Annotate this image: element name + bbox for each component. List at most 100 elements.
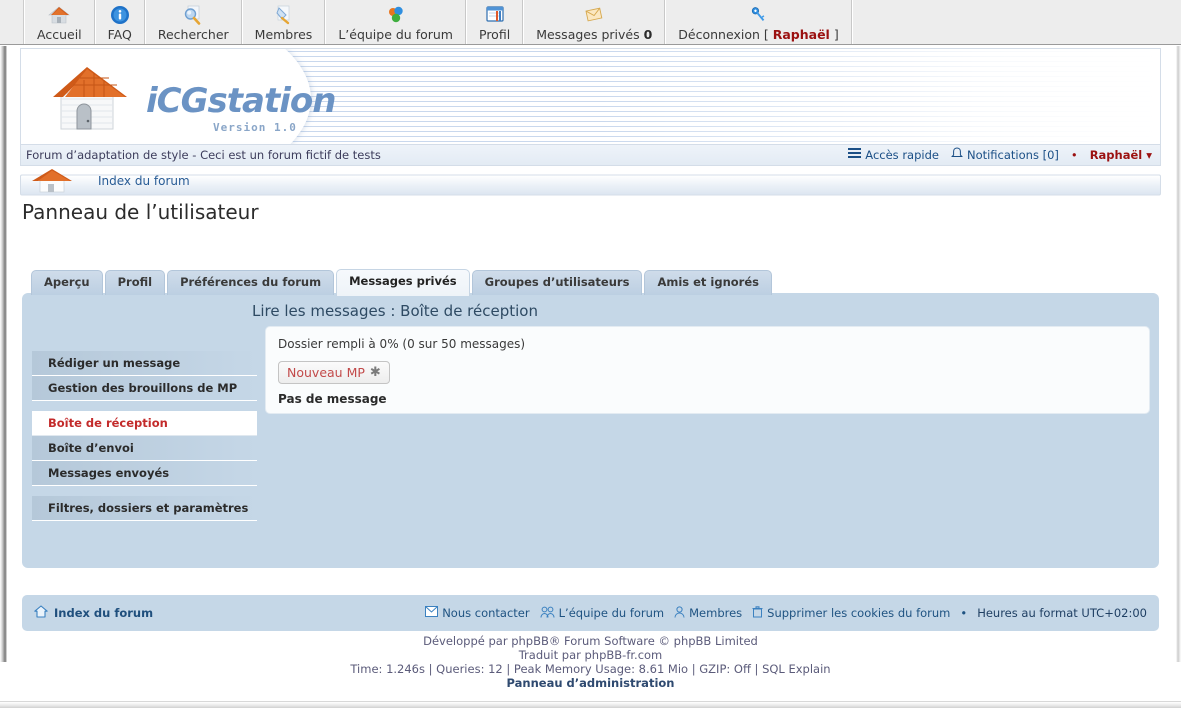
quick-access-label: Accès rapide bbox=[865, 148, 939, 162]
envelope-icon bbox=[583, 3, 605, 27]
nav-item-equipe[interactable]: L’équipe du forum bbox=[325, 0, 466, 44]
nav-label-membres: Membres bbox=[254, 27, 313, 42]
panel-title: Lire les messages : Boîte de réception bbox=[252, 302, 538, 320]
nav-item-rechercher[interactable]: Rechercher bbox=[144, 0, 242, 44]
logo-text: iCGstation bbox=[146, 81, 336, 121]
nav-messages-count: 0 bbox=[643, 27, 653, 42]
logo-version: Version 1.0 bbox=[213, 121, 297, 134]
sidebar-item-brouillons-mp[interactable]: Gestion des brouillons de MP bbox=[32, 376, 257, 401]
house-outline-icon bbox=[34, 605, 48, 621]
house-logo-icon[interactable] bbox=[47, 63, 133, 135]
new-pm-label: Nouveau MP bbox=[287, 365, 365, 380]
tab-messages-prives[interactable]: Messages privés bbox=[336, 269, 470, 296]
footer-links-group: Nous contacter L’équipe du forum Membres… bbox=[425, 605, 1147, 621]
footer-link-nous-contacter[interactable]: Nous contacter bbox=[425, 606, 530, 620]
site-description-bar: Forum d’adaptation de style - Ceci est u… bbox=[20, 144, 1161, 166]
no-message-text: Pas de message bbox=[278, 392, 387, 406]
quick-nav-group: Accès rapide Notifications [0] • Raphaël… bbox=[848, 147, 1160, 163]
footer-bar: Index du forum Nous contacter L’équipe d… bbox=[22, 595, 1159, 631]
tab-apercu[interactable]: Aperçu bbox=[31, 270, 103, 295]
team-icon bbox=[385, 3, 407, 27]
nav-item-messages-prives[interactable]: Messages privés 0 bbox=[523, 0, 666, 44]
key-icon bbox=[748, 3, 770, 27]
house-breadcrumb-icon bbox=[30, 166, 78, 196]
nav-item-membres[interactable]: Membres bbox=[241, 0, 326, 44]
topnav-left-spacer bbox=[0, 0, 24, 44]
home-icon bbox=[48, 3, 71, 27]
nav-label-rechercher: Rechercher bbox=[157, 27, 229, 42]
nav-item-deconnexion[interactable]: Déconnexion [ Raphaël ] bbox=[665, 0, 852, 44]
new-pm-button[interactable]: Nouveau MP ✱ bbox=[278, 361, 390, 384]
sidebar-divider-1 bbox=[32, 401, 257, 411]
breadcrumb: Index du forum bbox=[20, 166, 1161, 196]
footer-credits: Développé par phpBB® Forum Software © ph… bbox=[0, 634, 1181, 690]
nav-label-messages-prives: Messages privés 0 bbox=[536, 27, 652, 44]
members-icon bbox=[272, 3, 294, 27]
nav-label-accueil: Accueil bbox=[37, 27, 82, 42]
nav-logged-username: Raphaël bbox=[772, 27, 830, 42]
envelope-icon bbox=[425, 606, 439, 620]
sidebar-item-messages-envoyes[interactable]: Messages envoyés bbox=[32, 461, 257, 486]
footer-index-link[interactable]: Index du forum bbox=[34, 605, 153, 621]
user-menu-button[interactable]: Raphaël ▾ bbox=[1090, 148, 1152, 162]
footer-link-equipe-forum[interactable]: L’équipe du forum bbox=[540, 606, 664, 621]
footer-timezone: Heures au format UTC+02:00 bbox=[977, 606, 1147, 620]
footer-index-label: Index du forum bbox=[54, 606, 154, 620]
tab-groupes-utilisateurs[interactable]: Groupes d’utilisateurs bbox=[471, 270, 643, 295]
folder-usage-text: Dossier rempli à 0% (0 sur 50 messages) bbox=[278, 337, 526, 351]
page-right-rail bbox=[1176, 46, 1181, 662]
sidebar-divider-2 bbox=[32, 486, 257, 496]
bell-icon bbox=[951, 147, 963, 163]
asterisk-icon: ✱ bbox=[369, 365, 381, 380]
person-icon bbox=[674, 605, 685, 621]
breadcrumb-index-link[interactable]: Index du forum bbox=[98, 174, 190, 188]
nav-label-equipe: L’équipe du forum bbox=[338, 27, 453, 42]
footer-link-label: Nous contacter bbox=[442, 606, 530, 620]
page-title: Panneau de l’utilisateur bbox=[22, 200, 259, 224]
credits-line-phpbb: Développé par phpBB® Forum Software © ph… bbox=[423, 634, 758, 648]
nav-label-messages-prives-text: Messages privés bbox=[536, 27, 640, 42]
footer-link-supprimer-cookies[interactable]: Supprimer les cookies du forum bbox=[752, 605, 951, 621]
breadcrumb-bar bbox=[20, 174, 1161, 196]
sidebar-item-boite-envoi[interactable]: Boîte d’envoi bbox=[32, 436, 257, 461]
profile-icon bbox=[484, 3, 506, 27]
tab-preferences-forum[interactable]: Préférences du forum bbox=[167, 270, 335, 295]
footer-link-label: Supprimer les cookies du forum bbox=[767, 606, 951, 620]
nav-item-accueil[interactable]: Accueil bbox=[24, 0, 95, 44]
nav-label-deconnexion: Déconnexion [ Raphaël ] bbox=[678, 27, 838, 44]
tab-amis-ignores[interactable]: Amis et ignorés bbox=[644, 270, 772, 295]
ucp-side-menu: Rédiger un message Gestion des brouillon… bbox=[32, 351, 257, 521]
quick-access-button[interactable]: Accès rapide bbox=[848, 148, 939, 162]
nav-label-profil: Profil bbox=[479, 27, 511, 42]
banner-fade-overlay bbox=[600, 49, 1160, 144]
notifications-button[interactable]: Notifications [0] bbox=[951, 147, 1059, 163]
nav-label-deconnexion-end: ] bbox=[833, 27, 839, 42]
info-icon bbox=[110, 3, 130, 27]
nav-label-deconnexion-text: Déconnexion [ bbox=[678, 27, 769, 42]
messages-content-box: Dossier rempli à 0% (0 sur 50 messages) … bbox=[265, 326, 1150, 414]
footer-link-membres[interactable]: Membres bbox=[674, 605, 743, 621]
tab-profil[interactable]: Profil bbox=[104, 270, 166, 295]
separator-bullet: • bbox=[1070, 148, 1078, 162]
admin-panel-link[interactable]: Panneau d’administration bbox=[0, 676, 1181, 690]
sidebar-item-rediger-message[interactable]: Rédiger un message bbox=[32, 351, 257, 376]
nav-label-faq: FAQ bbox=[107, 27, 132, 42]
sidebar-item-filtres-dossiers[interactable]: Filtres, dossiers et paramètres bbox=[32, 496, 257, 521]
footer-link-label: Membres bbox=[689, 606, 743, 620]
nav-item-faq[interactable]: FAQ bbox=[94, 0, 145, 44]
hamburger-icon bbox=[848, 148, 862, 162]
notifications-label: Notifications [0] bbox=[966, 148, 1059, 162]
site-description-text: Forum d’adaptation de style - Ceci est u… bbox=[26, 148, 381, 162]
bottom-strip bbox=[0, 701, 1181, 708]
sidebar-item-boite-reception[interactable]: Boîte de réception bbox=[32, 411, 257, 436]
site-banner: iCGstation Version 1.0 bbox=[20, 48, 1161, 144]
magnifier-icon bbox=[182, 3, 204, 27]
nav-item-profil[interactable]: Profil bbox=[466, 0, 524, 44]
credits-line-translation: Traduit par phpBB-fr.com bbox=[518, 648, 663, 662]
page-body: iCGstation Version 1.0 Forum d’adaptatio… bbox=[0, 46, 1181, 708]
ucp-tab-bar: Aperçu Profil Préférences du forum Messa… bbox=[31, 269, 772, 296]
top-navigation-bar: Accueil FAQ Rechercher Membres L’équipe … bbox=[0, 0, 1181, 45]
footer-bullet: • bbox=[960, 606, 968, 620]
team-icon bbox=[540, 606, 555, 621]
ucp-main-panel: Lire les messages : Boîte de réception R… bbox=[22, 293, 1159, 568]
